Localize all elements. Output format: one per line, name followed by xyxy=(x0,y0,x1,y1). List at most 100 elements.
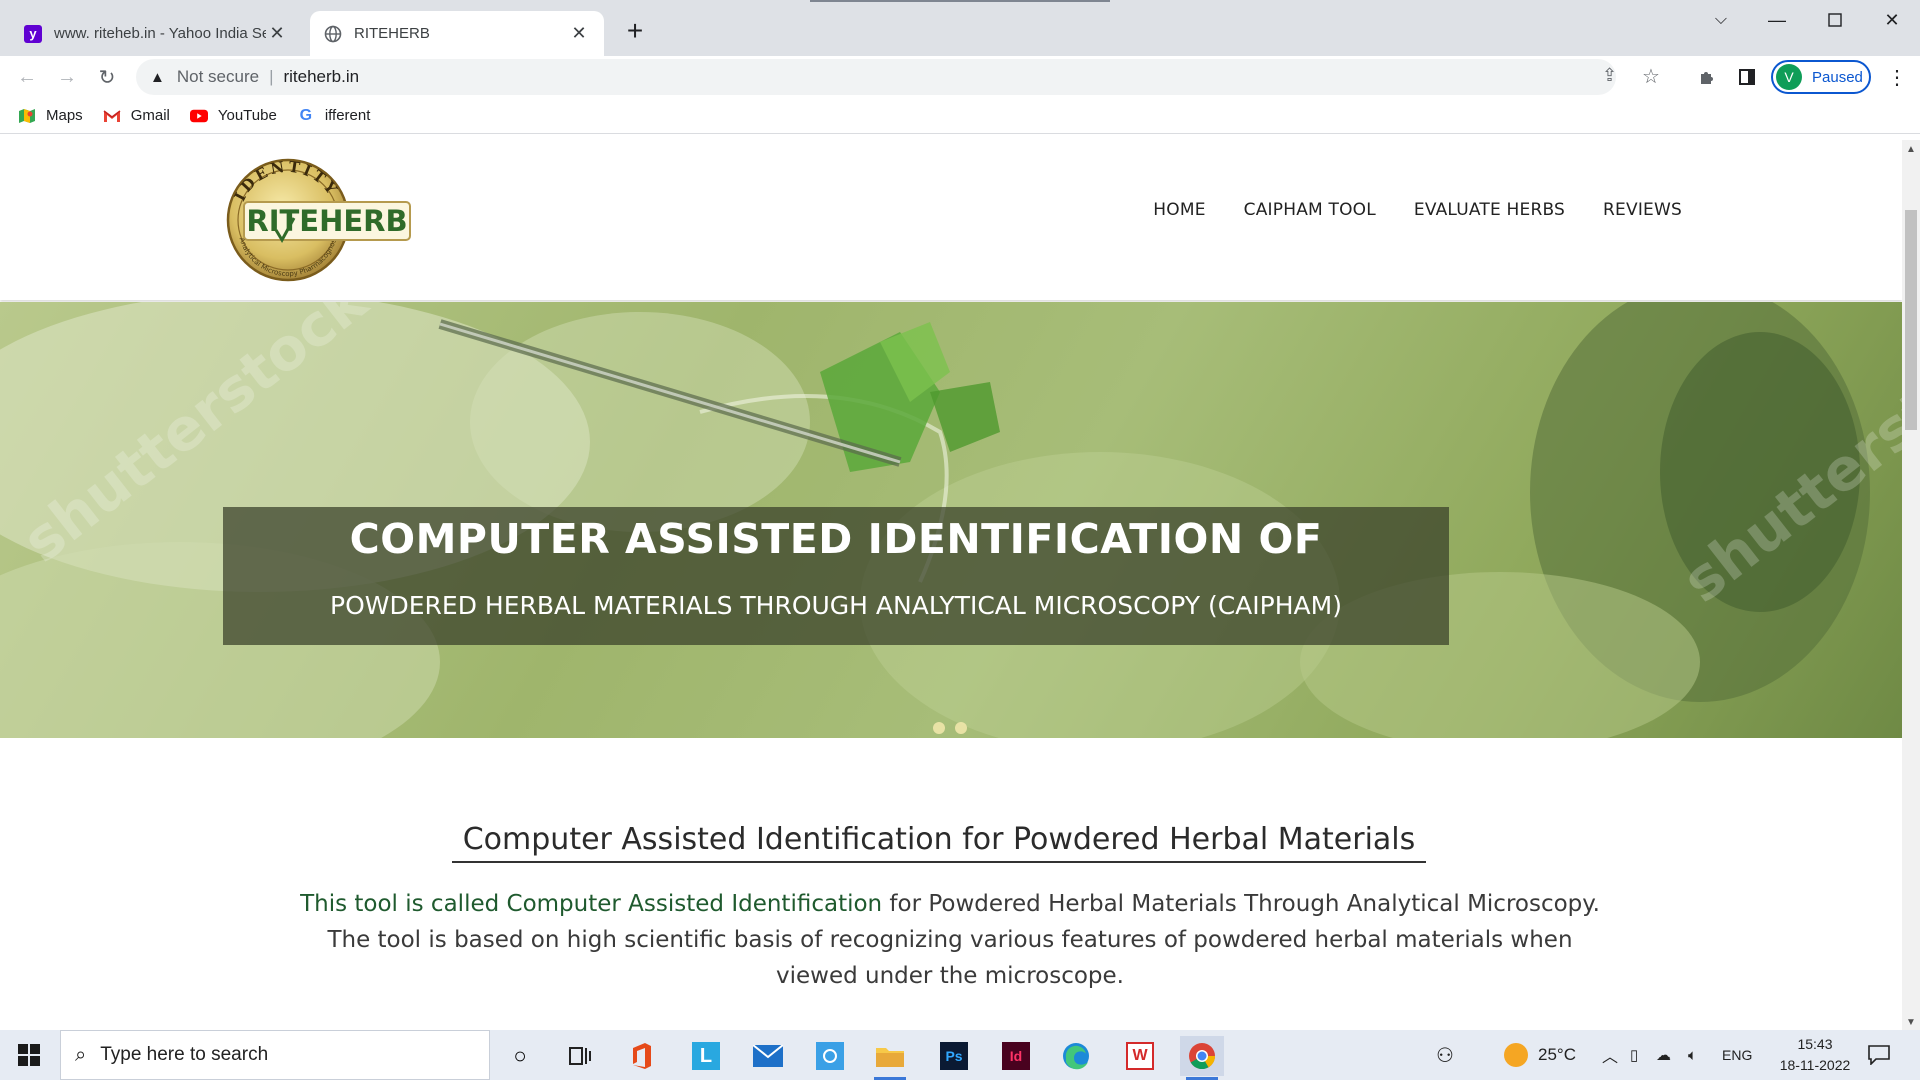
cortana-icon[interactable]: ○ xyxy=(498,1036,542,1076)
section-heading: Computer Assisted Identification for Pow… xyxy=(452,822,1426,863)
tab-title: RITEHERB xyxy=(354,25,430,42)
page-viewport: IDENTITY Analytical Microscopy Pharmacog… xyxy=(0,140,1920,1030)
bookmark-youtube[interactable]: YouTube xyxy=(189,107,277,124)
windows-start-icon[interactable] xyxy=(0,1030,58,1080)
hero-caption: COMPUTER ASSISTED IDENTIFICATION OF POWD… xyxy=(223,507,1449,645)
profile-button[interactable]: V Paused xyxy=(1771,60,1871,94)
nav-evaluate-herbs[interactable]: EVALUATE HERBS xyxy=(1414,200,1565,220)
new-tab-button[interactable]: + xyxy=(618,14,652,48)
photoshop-icon[interactable]: Ps xyxy=(932,1036,976,1076)
language-indicator[interactable]: ENG xyxy=(1722,1030,1752,1080)
riteherb-logo[interactable]: IDENTITY Analytical Microscopy Pharmacog… xyxy=(218,156,414,282)
bookmark-label: Gmail xyxy=(130,107,170,124)
close-icon[interactable]: ✕ xyxy=(266,23,288,44)
side-panel-icon[interactable] xyxy=(1730,60,1764,94)
weather-temp: 25°C xyxy=(1538,1045,1576,1064)
separator: | xyxy=(269,67,274,86)
notifications-icon[interactable] xyxy=(1868,1030,1890,1080)
main-nav: HOME CAIPHAM TOOL EVALUATE HERBS REVIEWS xyxy=(1115,200,1682,220)
bookmark-label: YouTube xyxy=(217,107,277,124)
back-icon[interactable]: ← xyxy=(10,60,44,94)
bookmark-star-icon[interactable]: ☆ xyxy=(1642,64,1660,89)
forward-icon[interactable]: → xyxy=(50,60,84,94)
l-app-icon[interactable]: L xyxy=(684,1036,728,1076)
profile-status: Paused xyxy=(1812,68,1863,86)
warning-icon[interactable]: ▲ xyxy=(150,69,165,86)
tab-riteherb[interactable]: RITEHERB ✕ xyxy=(310,11,604,56)
hero-subtitle: POWDERED HERBAL MATERIALS THROUGH ANALYT… xyxy=(330,591,1342,620)
bookmark-label: ifferent xyxy=(324,107,371,124)
tab-yahoo[interactable]: y www. riteheb.in - Yahoo India Se ✕ xyxy=(10,11,302,56)
network-icon[interactable]: ☁ xyxy=(1656,1030,1671,1080)
page-scrollbar[interactable]: ▲ ▼ xyxy=(1902,140,1920,1030)
intro-text: viewed under the microscope. xyxy=(776,963,1124,989)
scrollbar-thumb[interactable] xyxy=(1905,210,1917,430)
maximize-icon[interactable] xyxy=(1807,0,1863,40)
bookmark-gmail[interactable]: Gmail xyxy=(103,107,170,124)
battery-icon[interactable]: ▯ xyxy=(1630,1030,1638,1080)
close-icon[interactable]: ✕ xyxy=(568,23,590,44)
nav-home[interactable]: HOME xyxy=(1153,200,1205,220)
wps-icon[interactable]: W xyxy=(1118,1036,1162,1076)
carousel-dot-1[interactable] xyxy=(933,722,945,734)
nav-caipham-tool[interactable]: CAIPHAM TOOL xyxy=(1244,200,1376,220)
weather-widget[interactable]: 25°C xyxy=(1504,1030,1576,1080)
menu-icon[interactable]: ⋮ xyxy=(1880,60,1914,94)
tab-title: www. riteheb.in - Yahoo India Se xyxy=(54,25,266,42)
office-icon[interactable] xyxy=(620,1036,664,1076)
maps-icon xyxy=(18,108,36,124)
taskbar-search-box[interactable]: ⌕ Type here to search xyxy=(60,1030,490,1080)
task-view-icon[interactable] xyxy=(558,1036,602,1076)
hero-title: COMPUTER ASSISTED IDENTIFICATION OF xyxy=(349,515,1323,563)
file-explorer-icon[interactable] xyxy=(868,1036,912,1080)
nav-reviews[interactable]: REVIEWS xyxy=(1603,200,1682,220)
tab-strip-drag-indicator xyxy=(810,0,1110,2)
weather-sun-icon xyxy=(1504,1043,1528,1067)
volume-icon[interactable]: 🔈︎ xyxy=(1688,1030,1697,1080)
yahoo-icon: y xyxy=(24,24,42,43)
globe-icon xyxy=(324,25,342,43)
reload-icon[interactable]: ↻ xyxy=(90,60,124,94)
extensions-icon[interactable] xyxy=(1690,60,1724,94)
bookmark-maps[interactable]: Maps xyxy=(18,107,83,124)
logo-brand-text: RITEHERB xyxy=(246,204,407,238)
google-icon: G xyxy=(299,106,313,124)
tab-search-chevron-icon[interactable]: ⌵ xyxy=(1693,0,1749,40)
scroll-down-icon[interactable]: ▼ xyxy=(1902,1017,1920,1028)
chrome-icon[interactable] xyxy=(1180,1036,1224,1080)
intro-text: for Powdered Herbal Materials Through An… xyxy=(882,891,1600,917)
hero-carousel[interactable]: shutterstock shutterstock COMPUTER ASSIS… xyxy=(0,302,1902,738)
gmail-icon xyxy=(103,108,121,124)
indesign-icon[interactable]: Id xyxy=(994,1036,1038,1076)
windows-taskbar: ⌕ Type here to search ○ L Ps Id W ⚇ 25°C… xyxy=(0,1030,1920,1080)
intro-text: The tool is based on high scientific bas… xyxy=(327,927,1573,953)
bookmarks-bar: Maps Gmail YouTube G ifferent xyxy=(0,98,1920,134)
clock-time: 15:43 xyxy=(1797,1036,1833,1052)
taskbar-clock[interactable]: 15:43 18-11-2022 xyxy=(1760,1034,1870,1076)
address-bar[interactable]: ▲ Not secure | riteherb.in ⇪ ☆ xyxy=(136,59,1660,95)
mail-icon[interactable] xyxy=(746,1036,790,1076)
minimize-icon[interactable]: — xyxy=(1749,0,1805,40)
store-icon[interactable] xyxy=(808,1036,852,1076)
intro-paragraph: This tool is called Computer Assisted Id… xyxy=(300,886,1600,994)
scroll-up-icon[interactable]: ▲ xyxy=(1902,144,1920,155)
search-placeholder: Type here to search xyxy=(100,1044,269,1065)
bookmark-label: Maps xyxy=(46,107,83,124)
tray-chevron-icon[interactable]: ︿ xyxy=(1602,1030,1618,1080)
security-label[interactable]: Not secure xyxy=(177,67,259,87)
close-window-icon[interactable]: ✕ xyxy=(1864,0,1920,40)
youtube-icon xyxy=(189,108,208,124)
people-icon[interactable]: ⚇ xyxy=(1436,1030,1454,1080)
search-icon: ⌕ xyxy=(75,1043,87,1066)
intro-highlight: This tool is called Computer Assisted Id… xyxy=(300,891,883,917)
carousel-dot-2[interactable] xyxy=(955,722,967,734)
share-icon[interactable]: ⇪ xyxy=(1602,65,1617,86)
url-text[interactable]: riteherb.in xyxy=(283,67,359,87)
browser-toolbar: ← → ↻ ▲ Not secure | riteherb.in ⇪ ☆ V P… xyxy=(0,56,1920,98)
clock-date: 18-11-2022 xyxy=(1779,1057,1851,1073)
site-header: IDENTITY Analytical Microscopy Pharmacog… xyxy=(0,140,1902,300)
bookmark-google[interactable]: G ifferent xyxy=(297,106,371,125)
browser-tab-strip: y www. riteheb.in - Yahoo India Se ✕ RIT… xyxy=(0,0,1920,56)
edge-icon[interactable] xyxy=(1054,1036,1098,1076)
avatar: V xyxy=(1776,64,1802,90)
